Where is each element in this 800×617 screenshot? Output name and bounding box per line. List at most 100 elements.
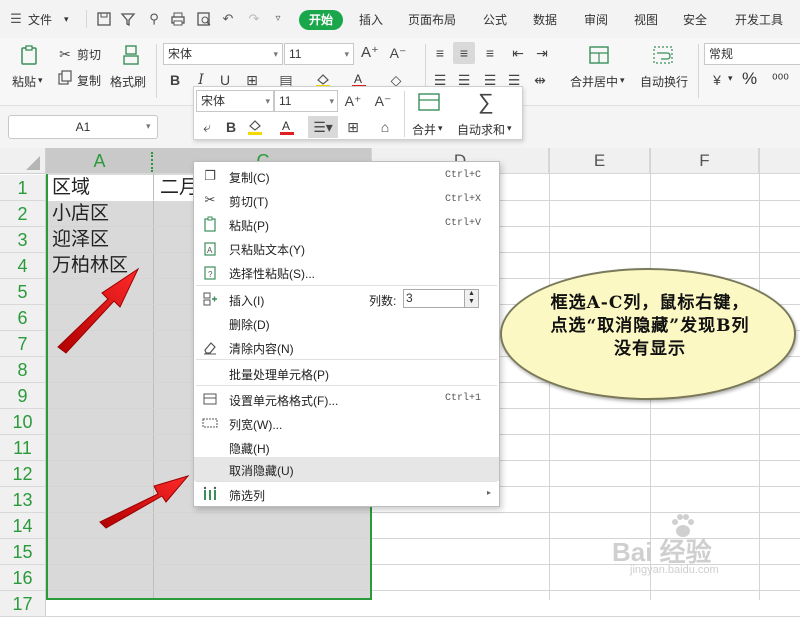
format-painter-icon[interactable] (120, 44, 142, 66)
decrease-font-icon[interactable]: A⁻ (389, 44, 407, 62)
align-middle-icon[interactable]: ≡ (453, 42, 475, 64)
menu-item-paste-special[interactable]: ? 选择性粘贴(S)... (194, 260, 499, 284)
row-header[interactable]: 9 (0, 383, 46, 409)
cell-a1[interactable]: 区域 (48, 175, 153, 201)
wrap-text-button[interactable]: 自动换行 (640, 73, 688, 90)
merge-center-button[interactable]: 合并居中 (570, 73, 618, 90)
number-format-select[interactable]: 常规 (704, 43, 800, 65)
row-header[interactable]: 6 (0, 305, 46, 331)
bold-icon[interactable]: B (166, 71, 184, 89)
mini-format-painter-icon[interactable]: ⌂ (376, 118, 394, 136)
thousands-icon[interactable]: ⁰⁰⁰ (772, 71, 789, 88)
mini-font-color-icon[interactable]: A (278, 118, 296, 136)
tab-formulas[interactable]: 公式 (483, 11, 507, 28)
tab-insert[interactable]: 插入 (359, 11, 383, 28)
copy-icon[interactable] (56, 70, 74, 88)
chevron-down-icon[interactable]: ▾ (146, 121, 151, 132)
undo-icon[interactable]: ↶ (220, 11, 236, 27)
currency-chevron-icon[interactable]: ▾ (728, 73, 733, 84)
wrap-text-icon[interactable] (652, 44, 674, 66)
scissors-icon[interactable]: ✂ (56, 45, 74, 63)
file-menu[interactable]: 文件 (28, 11, 52, 28)
menu-item-hide[interactable]: 隐藏(H) (194, 435, 499, 459)
menu-item-paste[interactable]: 粘贴(P) Ctrl+V (194, 212, 499, 236)
hamburger-icon[interactable]: ☰ (8, 11, 24, 27)
column-header-g[interactable] (760, 148, 800, 174)
percent-button[interactable]: % (742, 69, 757, 89)
redo-icon[interactable]: ↷ (246, 11, 262, 27)
column-header-a[interactable]: A (46, 148, 153, 174)
mini-bold-icon[interactable]: B (222, 118, 240, 136)
merge-chevron-icon[interactable]: ▾ (620, 75, 625, 86)
filter-icon[interactable] (120, 11, 136, 27)
row-header[interactable]: 1 (0, 175, 46, 201)
tab-start[interactable]: 开始 (299, 10, 343, 30)
insert-count-input[interactable]: 3 ▲ ▼ (403, 289, 479, 308)
tab-view[interactable]: 视图 (634, 11, 658, 28)
merge-center-icon[interactable] (588, 44, 610, 66)
paste-icon[interactable] (18, 44, 40, 66)
print-preview-icon[interactable] (196, 11, 212, 27)
row-header[interactable]: 7 (0, 331, 46, 357)
row-header[interactable]: 8 (0, 357, 46, 383)
customize-chevron-icon[interactable]: ▿ (270, 11, 286, 27)
row-header[interactable]: 4 (0, 253, 46, 279)
row-header[interactable]: 16 (0, 565, 46, 591)
font-size-select[interactable]: 11 ▾ (284, 43, 354, 65)
distributed-icon[interactable]: ⇹ (531, 71, 549, 89)
row-header[interactable]: 11 (0, 435, 46, 461)
increase-font-icon[interactable]: A⁺ (361, 44, 379, 62)
row-header[interactable]: 15 (0, 539, 46, 565)
copy-button[interactable]: 复制 (77, 72, 101, 89)
hidden-column-marker[interactable] (151, 152, 154, 172)
cell-a3[interactable]: 迎泽区 (48, 227, 153, 253)
mini-wrap-icon[interactable]: ⤶ (198, 118, 216, 136)
autosum-icon[interactable]: ∑ (474, 90, 498, 114)
currency-icon[interactable]: ¥ (708, 71, 726, 89)
row-header[interactable]: 17 (0, 591, 46, 617)
mini-increase-font-icon[interactable]: A⁺ (344, 92, 362, 110)
font-name-select[interactable]: 宋体 ▾ (163, 43, 283, 65)
select-all-corner[interactable] (0, 148, 46, 174)
link-icon[interactable]: ⚲ (146, 11, 162, 27)
tab-page-layout[interactable]: 页面布局 (408, 11, 456, 28)
chevron-down-icon[interactable]: ▾ (438, 123, 443, 134)
cell-a2[interactable]: 小店区 (48, 201, 153, 227)
autosum-button[interactable]: 自动求和 (457, 121, 505, 138)
row-header[interactable]: 3 (0, 227, 46, 253)
menu-item-filter-columns[interactable]: 筛选列 ▸ (194, 482, 499, 506)
row-header[interactable]: 14 (0, 513, 46, 539)
menu-item-format-cells[interactable]: 设置单元格格式(F)... Ctrl+1 (194, 387, 499, 411)
menu-item-unhide[interactable]: 取消隐藏(U) (194, 457, 499, 481)
row-header[interactable]: 13 (0, 487, 46, 513)
menu-item-insert[interactable]: 插入(I) 列数: 3 ▲ ▼ (194, 287, 499, 311)
align-top-icon[interactable]: ≡ (431, 44, 449, 62)
mini-merge-button[interactable]: 合并 (412, 121, 436, 138)
menu-item-paste-text[interactable]: A 只粘贴文本(Y) (194, 236, 499, 260)
increase-indent-icon[interactable]: ⇥ (533, 44, 551, 62)
row-header[interactable]: 5 (0, 279, 46, 305)
mini-fill-color-icon[interactable] (246, 118, 264, 136)
print-icon[interactable] (170, 11, 186, 27)
chevron-down-icon[interactable]: ▾ (507, 123, 512, 134)
format-painter-button[interactable]: 格式刷 (110, 73, 146, 90)
save-icon[interactable] (96, 11, 112, 27)
mini-font-name-select[interactable]: 宋体 ▾ (196, 90, 274, 112)
tab-security[interactable]: 安全 (683, 11, 707, 28)
row-header[interactable]: 2 (0, 201, 46, 227)
cell-b1[interactable]: 二月 (156, 175, 194, 201)
menu-item-delete[interactable]: 删除(D) (194, 311, 499, 335)
name-box[interactable]: A1 (8, 115, 158, 139)
menu-item-column-width[interactable]: 列宽(W)... (194, 411, 499, 435)
align-bottom-icon[interactable]: ≡ (481, 44, 499, 62)
paste-button[interactable]: 粘贴 (12, 73, 36, 90)
mini-border-icon[interactable]: ⊞ (344, 118, 362, 136)
mini-font-size-select[interactable]: 11 ▾ (274, 90, 338, 112)
menu-item-batch[interactable]: 批量处理单元格(P) (194, 361, 499, 385)
decrease-indent-icon[interactable]: ⇤ (509, 44, 527, 62)
menu-item-copy[interactable]: ❐ 复制(C) Ctrl+C (194, 164, 499, 188)
paste-chevron-icon[interactable]: ▾ (38, 75, 43, 86)
cut-button[interactable]: 剪切 (77, 46, 101, 63)
column-header-e[interactable]: E (550, 148, 650, 174)
row-header[interactable]: 10 (0, 409, 46, 435)
